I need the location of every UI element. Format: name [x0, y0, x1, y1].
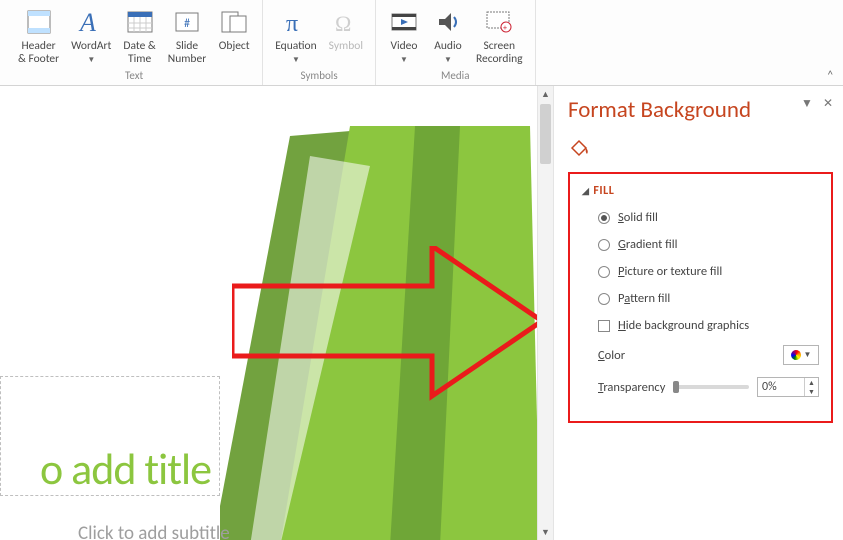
header-footer-icon [23, 6, 55, 38]
audio-button[interactable]: Audio▼ [426, 4, 470, 69]
scroll-thumb[interactable] [540, 104, 551, 164]
scroll-down-icon[interactable]: ▼ [538, 524, 553, 540]
spin-down-icon[interactable]: ▼ [805, 387, 818, 396]
wordart-icon: A [75, 6, 107, 38]
screen-recording-icon: + [483, 6, 515, 38]
date-time-icon [124, 6, 156, 38]
wordart-button[interactable]: A WordArt▼ [65, 4, 117, 69]
slider-thumb[interactable] [673, 381, 679, 393]
transparency-label: Transparency [598, 380, 665, 395]
chevron-down-icon: ▼ [87, 55, 95, 65]
fill-section: ◢ FILL Solid fill Gradient fill Picture … [568, 172, 833, 423]
format-background-pane: ▼ ✕ Format Background ◢ FILL Solid fill … [553, 86, 843, 540]
subtitle-placeholder[interactable]: Click to add subtitle [78, 522, 230, 540]
color-picker-button[interactable]: ▼ [783, 345, 819, 365]
annotation-arrow-icon [232, 246, 537, 406]
ribbon-group-media: Video▼ Audio▼ + ScreenRecording Media [376, 0, 536, 85]
symbol-button: Ω Symbol [323, 4, 369, 68]
transparency-slider[interactable] [673, 385, 749, 389]
title-placeholder[interactable]: o add title [0, 376, 220, 496]
ribbon-group-text: Header& Footer A WordArt▼ Date &Time # S… [6, 0, 263, 85]
equation-icon: π [280, 6, 312, 38]
fill-section-header[interactable]: ◢ FILL [582, 184, 819, 198]
scroll-up-icon[interactable]: ▲ [538, 86, 553, 102]
svg-text:A: A [78, 8, 96, 37]
screen-recording-button[interactable]: + ScreenRecording [470, 4, 529, 68]
radio-icon [598, 293, 610, 305]
audio-icon [432, 6, 464, 38]
workspace: o add title Click to add subtitle ▲ ▼ ▼ … [0, 86, 843, 540]
svg-text:π: π [286, 11, 298, 37]
ribbon-group-symbols: π Equation▼ Ω Symbol Symbols [263, 0, 376, 85]
pane-options-button[interactable]: ▼ [799, 94, 815, 113]
equation-button[interactable]: π Equation▼ [269, 4, 322, 69]
gradient-fill-radio[interactable]: Gradient fill [598, 237, 819, 252]
picture-fill-radio[interactable]: Picture or texture fill [598, 264, 819, 279]
vertical-scrollbar[interactable]: ▲ ▼ [537, 86, 553, 540]
ribbon-group-label: Symbols [301, 69, 338, 84]
slide-number-button[interactable]: # SlideNumber [162, 4, 212, 68]
fill-tab-icon[interactable] [568, 136, 833, 162]
slide-number-icon: # [171, 6, 203, 38]
video-icon [388, 6, 420, 38]
svg-text:Ω: Ω [335, 11, 351, 36]
solid-fill-radio[interactable]: Solid fill [598, 210, 819, 225]
header-footer-button[interactable]: Header& Footer [12, 4, 65, 68]
chevron-down-icon: ▼ [444, 55, 452, 65]
object-icon [218, 6, 250, 38]
color-label: Color [598, 348, 625, 363]
hide-bg-checkbox[interactable]: Hide background graphics [598, 318, 819, 333]
slide-canvas[interactable]: o add title Click to add subtitle [0, 86, 537, 540]
pane-close-button[interactable]: ✕ [821, 94, 835, 113]
video-button[interactable]: Video▼ [382, 4, 426, 69]
date-time-button[interactable]: Date &Time [117, 4, 161, 68]
ribbon-group-label: Text [125, 69, 143, 84]
pattern-fill-radio[interactable]: Pattern fill [598, 291, 819, 306]
chevron-down-icon: ▼ [400, 55, 408, 65]
symbol-icon: Ω [330, 6, 362, 38]
svg-text:#: # [184, 17, 190, 31]
ribbon-group-label: Media [441, 69, 469, 84]
chevron-down-icon: ▼ [804, 350, 812, 360]
radio-icon [598, 239, 610, 251]
transparency-spinbox[interactable]: 0% ▲▼ [757, 377, 819, 397]
radio-icon [598, 212, 610, 224]
collapse-triangle-icon: ◢ [582, 186, 589, 197]
spin-up-icon[interactable]: ▲ [805, 378, 818, 387]
ribbon: Header& Footer A WordArt▼ Date &Time # S… [0, 0, 843, 86]
checkbox-icon [598, 320, 610, 332]
object-button[interactable]: Object [212, 4, 256, 68]
chevron-down-icon: ▼ [292, 55, 300, 65]
ribbon-collapse-button[interactable]: ^ [822, 66, 839, 83]
svg-text:+: + [503, 23, 507, 33]
radio-icon [598, 266, 610, 278]
title-text: o add title [40, 447, 211, 491]
pane-title: Format Background [568, 96, 833, 124]
